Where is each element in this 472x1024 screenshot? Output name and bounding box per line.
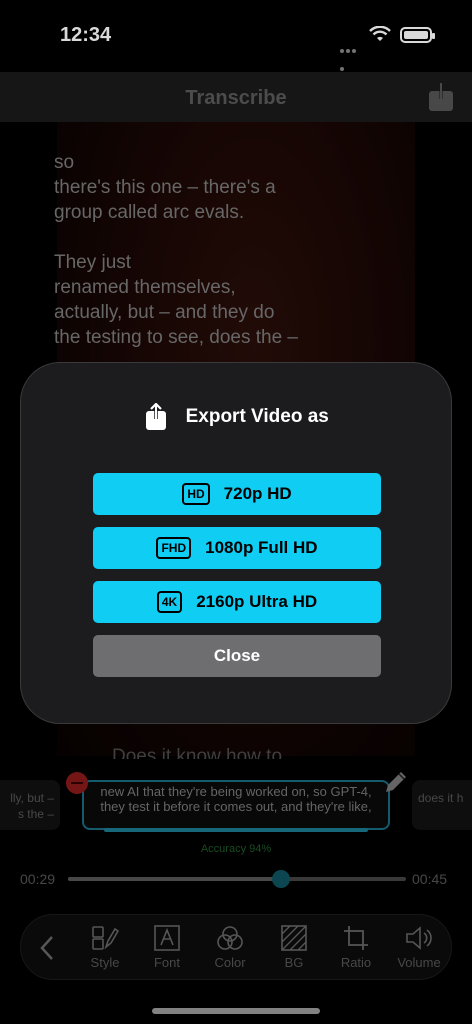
4k-badge-icon: 4K: [156, 591, 183, 613]
export-720p-label: 720p HD: [223, 484, 292, 503]
export-dialog-title: Export Video as: [185, 406, 329, 427]
export-1080p-label: 1080p Full HD: [205, 538, 318, 557]
export-2160p-label: 2160p Ultra HD: [196, 592, 318, 611]
fhd-badge-icon: FHD: [156, 537, 192, 559]
hd-badge-icon: HD: [182, 483, 210, 505]
export-share-icon: [146, 403, 167, 430]
close-button[interactable]: Close: [93, 635, 381, 677]
export-dialog: Export Video as HD 720p HD FHD 1080p Ful…: [20, 362, 452, 724]
export-2160p-button[interactable]: 4K 2160p Ultra HD: [93, 581, 381, 623]
export-1080p-button[interactable]: FHD 1080p Full HD: [93, 527, 381, 569]
export-dialog-header: Export Video as: [21, 403, 453, 433]
export-720p-button[interactable]: HD 720p HD: [93, 473, 381, 515]
